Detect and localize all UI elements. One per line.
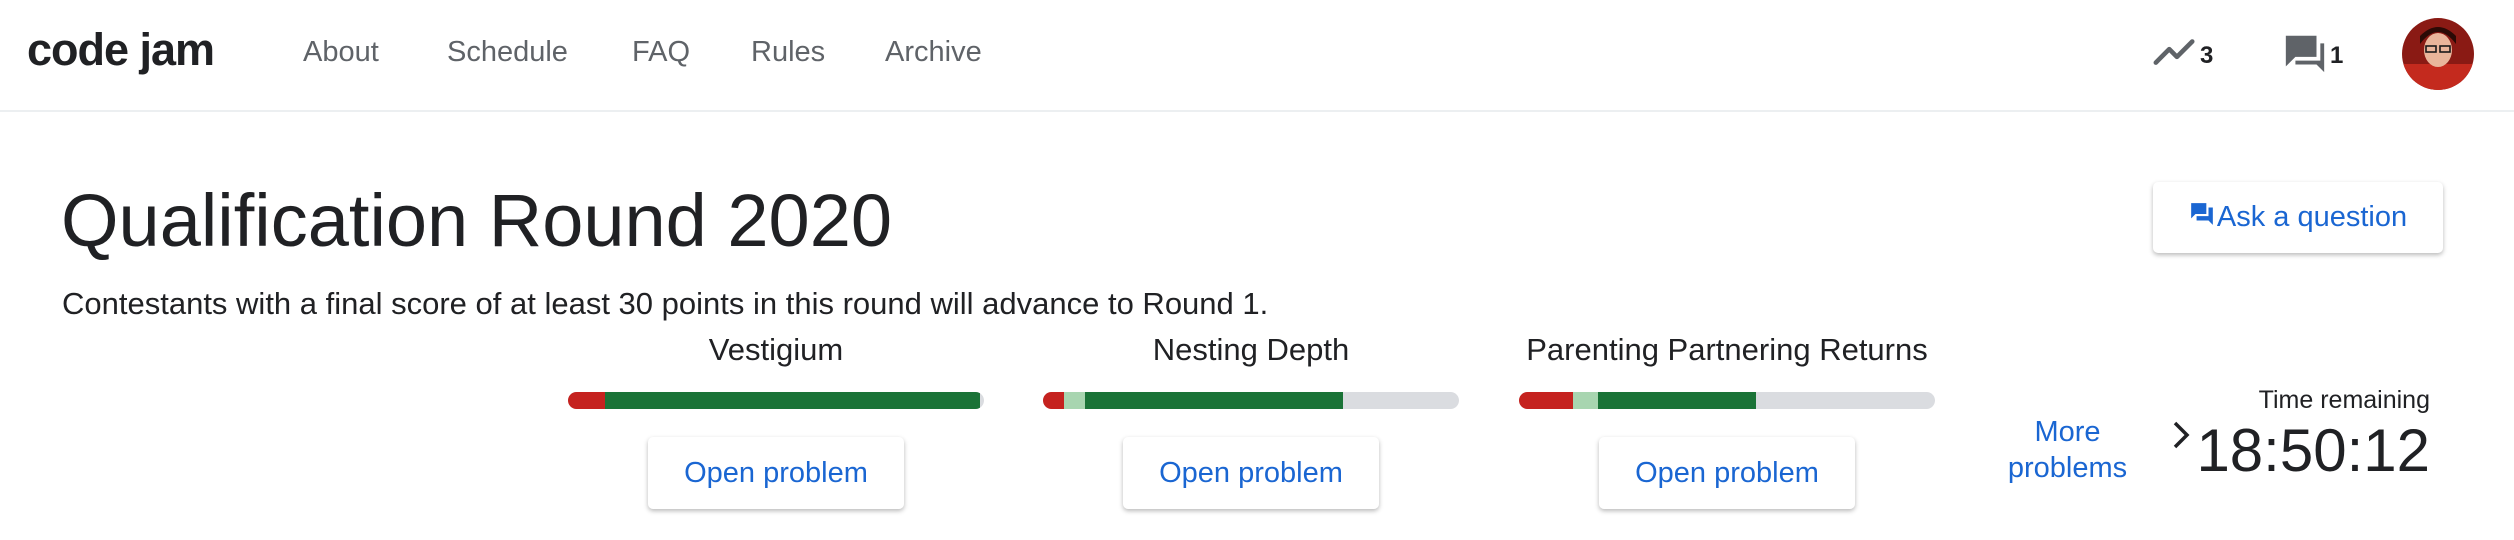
nav-faq[interactable]: FAQ [632,36,690,69]
progress-wrong-segment [1519,392,1574,409]
scoreboard-counter[interactable]: 3 [2152,30,2213,81]
nav-archive[interactable]: Archive [885,36,982,69]
time-remaining-value: 18:50:12 [2196,417,2430,484]
progress-bar [1519,392,1935,409]
avatar[interactable] [2402,18,2474,90]
progress-solved-segment [605,392,980,409]
progress-bar [1043,392,1459,409]
progress-solved-segment [1084,392,1343,409]
progress-partial-segment [1573,392,1599,409]
nav-rules[interactable]: Rules [751,36,825,69]
open-problem-button[interactable]: Open problem [648,437,904,509]
top-bar: code jam About Schedule FAQ Rules Archiv… [0,0,2514,112]
clarifications-counter[interactable]: 1 [2282,30,2343,81]
feedback-icon [2189,201,2217,235]
advance-note: Contestants with a final score of at lea… [62,286,1269,321]
progress-wrong-segment [1043,392,1064,409]
clarifications-count: 1 [2330,41,2344,69]
more-problems-link[interactable]: More problems [1990,414,2145,486]
progress-partial-segment [1063,392,1085,409]
progress-solved-segment [1598,392,1757,409]
open-problem-button[interactable]: Open problem [1123,437,1379,509]
open-problem-button[interactable]: Open problem [1599,437,1855,509]
progress-bar [568,392,984,409]
problem-title: Vestigium [708,332,844,367]
problem-title: Parenting Partnering Returns [1526,332,1928,367]
problem-card: Vestigium Open problem [566,328,986,518]
time-remaining-label: Time remaining [2258,386,2430,414]
page-title: Qualification Round 2020 [61,179,893,262]
problem-card: Parenting Partnering Returns Open proble… [1517,328,1937,518]
problem-card: Nesting Depth Open problem [1041,328,1461,518]
progress-wrong-segment [568,392,606,409]
ask-question-button[interactable]: Ask a question [2153,182,2443,253]
nav-schedule[interactable]: Schedule [447,36,568,69]
nav-about[interactable]: About [303,36,379,69]
logo[interactable]: code jam [27,24,215,76]
ask-question-label: Ask a question [2216,201,2408,233]
trending-icon [2152,30,2198,81]
chat-icon [2282,30,2328,81]
scoreboard-count: 3 [2200,41,2214,69]
problem-title: Nesting Depth [1152,332,1350,367]
